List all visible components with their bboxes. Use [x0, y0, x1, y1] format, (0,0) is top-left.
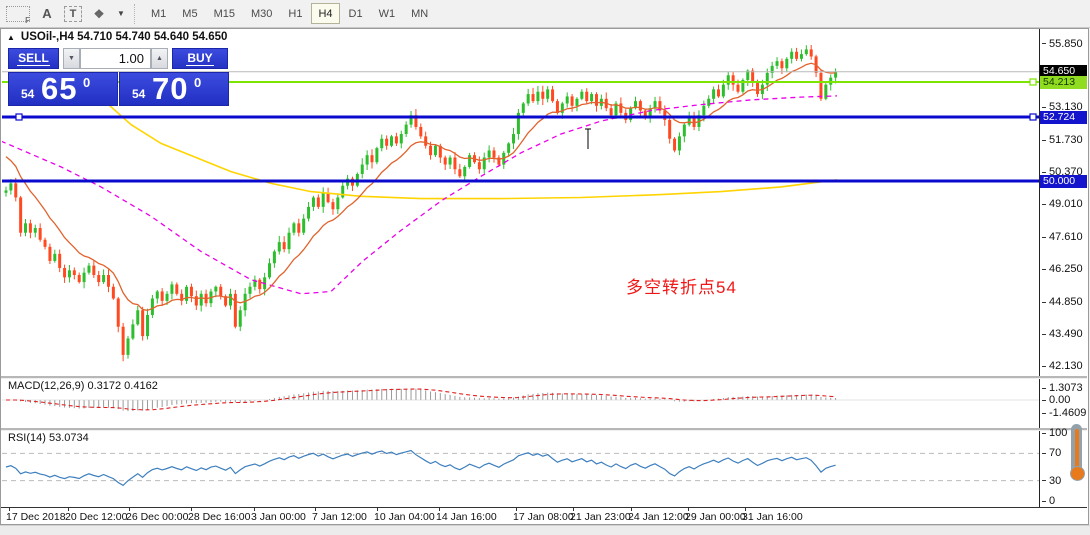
time-axis-line: [1, 507, 1087, 508]
time-label: 17 Dec 2018: [6, 511, 66, 523]
time-label: 14 Jan 16:00: [436, 511, 497, 523]
time-label: 31 Jan 16:00: [742, 511, 803, 523]
sell-price-small: 54: [21, 87, 35, 101]
time-label: 21 Jan 23:00: [570, 511, 631, 523]
time-label: 29 Jan 00:00: [685, 511, 746, 523]
timeframe-button-m15[interactable]: M15: [207, 3, 242, 24]
time-label: 20 Dec 12:00: [65, 511, 128, 523]
timeframe-button-d1[interactable]: D1: [342, 3, 370, 24]
macd-axis-0.00: 0.00: [1042, 394, 1070, 406]
volume-up-button[interactable]: ▲: [151, 48, 168, 69]
chart-window: ▲ USOil-,H4 54.710 54.740 54.640 54.650 …: [0, 28, 1089, 525]
buy-button[interactable]: BUY: [172, 48, 228, 69]
indicator-grid-icon[interactable]: F: [6, 5, 30, 25]
toolbar: F A T ❖ ▼ M1 M5 M15 M30 H1 H4 D1 W1 MN: [0, 0, 1090, 28]
chart-annotation-text: 多空转折点54: [626, 278, 737, 297]
timeframe-button-mn[interactable]: MN: [404, 3, 435, 24]
rsi-axis-0: 0: [1042, 495, 1055, 507]
timeframe-button-m1[interactable]: M1: [144, 3, 173, 24]
timeframe-button-w1[interactable]: W1: [372, 3, 403, 24]
rsi-separator[interactable]: [1, 428, 1087, 431]
price-tick-51.730: 51.730: [1042, 134, 1083, 146]
macd-axis--1.4609: -1.4609: [1042, 407, 1086, 419]
price-badge-50.000: 50.000: [1040, 174, 1087, 188]
one-click-trading-panel: SELL ▼ 1.00 ▲ BUY 54 65 0 54 70 0: [6, 46, 232, 109]
buy-button-label: BUY: [186, 51, 214, 66]
macd-axis-1.3073: 1.3073: [1042, 382, 1083, 394]
chart-title-text: USOil-,H4 54.710 54.740 54.640 54.650: [20, 31, 228, 43]
timeframe-button-h4[interactable]: H4: [311, 3, 340, 24]
time-label: 17 Jan 08:00: [513, 511, 574, 523]
buy-price-big: 70: [152, 71, 189, 106]
time-label: 7 Jan 12:00: [312, 511, 367, 523]
rsi-label: RSI(14) 53.0734: [8, 432, 89, 444]
sell-quote[interactable]: 54 65 0: [8, 71, 118, 106]
rsi-panel: [2, 449, 1039, 487]
sell-price-big: 65: [41, 71, 78, 106]
price-tick-55.850: 55.850: [1042, 38, 1083, 50]
timeframe-button-m30[interactable]: M30: [244, 3, 279, 24]
rsi-axis-70: 70: [1042, 447, 1061, 459]
green-resistance-line-marker: [1029, 78, 1037, 86]
time-label: 3 Jan 00:00: [251, 511, 306, 523]
buy-quote[interactable]: 54 70 0: [119, 71, 229, 106]
toolbar-separator: [134, 3, 136, 24]
collapse-icon[interactable]: ▲: [7, 33, 15, 42]
volume-down-button[interactable]: ▼: [63, 48, 80, 69]
price-axis-border: [1039, 29, 1040, 508]
buy-price-sup: 0: [194, 75, 202, 90]
time-label: 26 Dec 00:00: [126, 511, 189, 523]
price-badge-54.213: 54.213: [1040, 75, 1087, 89]
time-label: 24 Jan 12:00: [628, 511, 689, 523]
sell-button-label: SELL: [17, 51, 50, 66]
price-tick-49.010: 49.010: [1042, 198, 1083, 210]
shapes-tool-icon[interactable]: ❖: [88, 4, 110, 24]
volume-input[interactable]: 1.00: [80, 48, 151, 69]
thermometer-icon: [1069, 424, 1085, 486]
time-label: 10 Jan 04:00: [374, 511, 435, 523]
buy-price-small: 54: [132, 87, 146, 101]
shapes-dropdown-caret-icon[interactable]: ▼: [116, 4, 126, 24]
price-badge-52.724: 52.724: [1040, 110, 1087, 124]
rsi-axis-100: 100: [1042, 427, 1067, 439]
timeframe-button-m5[interactable]: M5: [175, 3, 204, 24]
chart-title-bar: ▲ USOil-,H4 54.710 54.740 54.640 54.650: [7, 31, 227, 43]
price-tick-43.490: 43.490: [1042, 328, 1083, 340]
macd-separator[interactable]: [1, 376, 1087, 379]
rsi-axis-30: 30: [1042, 475, 1061, 487]
price-tick-46.250: 46.250: [1042, 263, 1083, 275]
time-label: 28 Dec 16:00: [188, 511, 251, 523]
ma-magenta-line: [2, 95, 838, 295]
macd-label: MACD(12,26,9) 0.3172 0.4162: [8, 380, 158, 392]
price-tick-47.610: 47.610: [1042, 231, 1083, 243]
sell-button[interactable]: SELL: [8, 48, 59, 69]
sell-price-sup: 0: [83, 75, 91, 90]
timeframe-group: M1 M5 M15 M30 H1 H4 D1 W1 MN: [143, 3, 436, 24]
price-tick-44.850: 44.850: [1042, 296, 1083, 308]
label-tool-icon[interactable]: A: [36, 4, 58, 24]
blue-support-line-1-marker: [15, 113, 23, 121]
metatrader-window: F A T ❖ ▼ M1 M5 M15 M30 H1 H4 D1 W1 MN ▲ USOil-,…: [0, 0, 1090, 535]
status-bar: [0, 525, 1090, 535]
timeframe-button-h1[interactable]: H1: [281, 3, 309, 24]
blue-support-line-1-marker: [1029, 113, 1037, 121]
text-tool-icon[interactable]: T: [64, 5, 82, 22]
price-tick-42.130: 42.130: [1042, 360, 1083, 372]
